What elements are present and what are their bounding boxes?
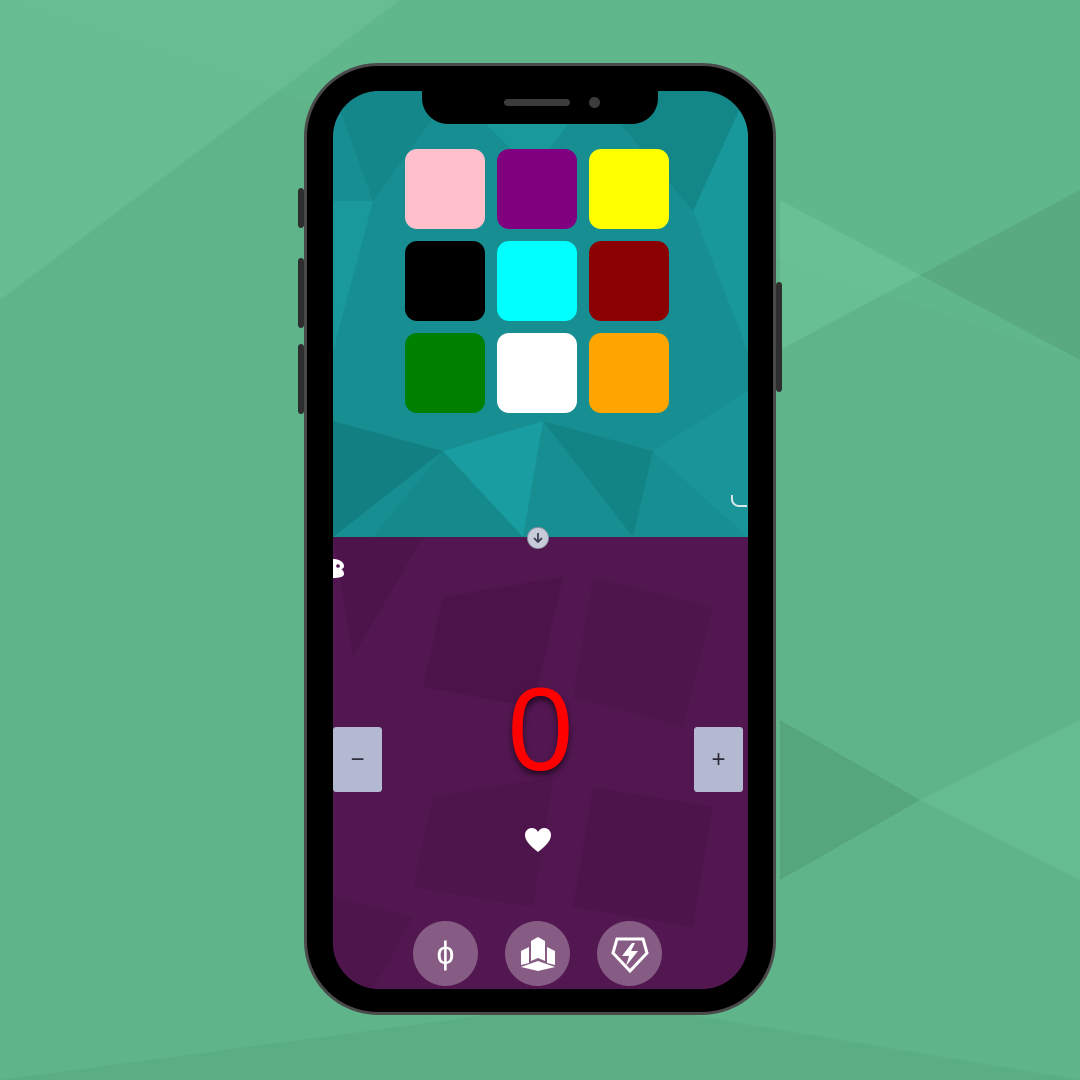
swatch-white[interactable]: [497, 333, 577, 413]
swatch-orange[interactable]: [589, 333, 669, 413]
increment-button[interactable]: +: [694, 727, 743, 792]
app-screen: − 0 + ϕ: [333, 91, 748, 989]
heart-icon: [525, 828, 551, 852]
phi-button[interactable]: ϕ: [413, 921, 478, 986]
swatch-green[interactable]: [405, 333, 485, 413]
power-button: [776, 282, 782, 392]
swatch-dark-red[interactable]: [589, 241, 669, 321]
swipe-hint-icon: [731, 495, 747, 507]
phi-icon: ϕ: [436, 935, 455, 971]
castle-icon: [520, 936, 555, 971]
lightning-shield-icon: [610, 937, 649, 973]
bottom-toolbar: ϕ: [413, 921, 669, 987]
increment-label: +: [711, 745, 726, 773]
swatch-purple[interactable]: [497, 149, 577, 229]
arrow-down-circle-icon: [533, 533, 543, 544]
phone-notch: [422, 89, 658, 124]
speaker-grille: [504, 99, 570, 106]
swatch-pink[interactable]: [405, 149, 485, 229]
swap-panels-button[interactable]: [527, 527, 549, 549]
front-camera: [589, 97, 600, 108]
color-palette: [405, 149, 669, 413]
opponent-panel: [333, 91, 748, 539]
life-counter-value[interactable]: 0: [333, 671, 748, 789]
swatch-yellow[interactable]: [589, 149, 669, 229]
swatch-cyan[interactable]: [497, 241, 577, 321]
menu-tab-icon[interactable]: [333, 557, 345, 579]
lightning-shield-button[interactable]: [597, 921, 662, 986]
castle-button[interactable]: [505, 921, 570, 986]
swatch-black[interactable]: [405, 241, 485, 321]
